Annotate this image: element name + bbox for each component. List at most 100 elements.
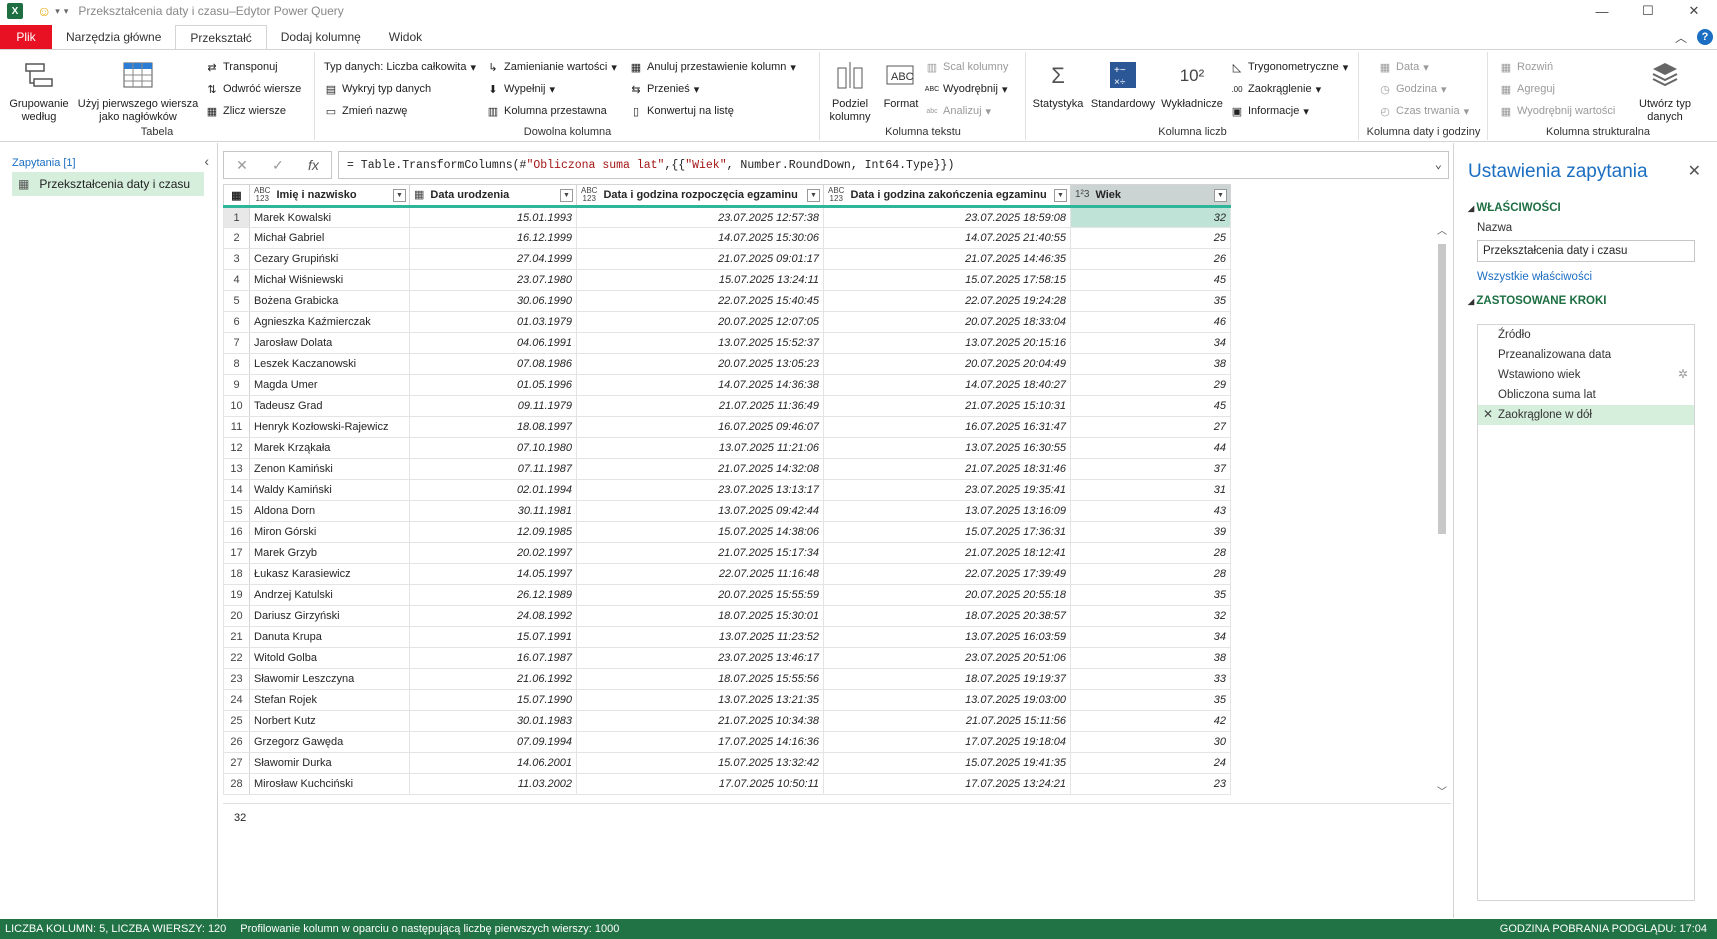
cell-birthdate[interactable]: 15.07.1991: [409, 626, 577, 648]
cell-birthdate[interactable]: 09.11.1979: [409, 395, 577, 417]
filter-dropdown-icon[interactable]: ▼: [807, 189, 820, 202]
merge-columns-button[interactable]: ▥ Scal kolumny: [925, 58, 1009, 76]
cell-birthdate[interactable]: 16.12.1999: [409, 227, 577, 249]
step-item[interactable]: Obliczona suma lat: [1478, 385, 1694, 405]
cell-name[interactable]: Michał Wiśniewski: [249, 269, 410, 291]
pivot-column-button[interactable]: ▥ Kolumna przestawna: [486, 102, 607, 120]
cell-exam-start[interactable]: 14.07.2025 15:30:06: [576, 227, 824, 249]
gear-icon[interactable]: ✲: [1678, 367, 1688, 381]
table-row[interactable]: 28 Mirosław Kuchciński 11.03.2002 17.07.202…: [223, 773, 1231, 795]
convert-to-list-button[interactable]: ▯ Konwertuj na listę: [629, 102, 734, 120]
create-data-type-button[interactable]: Utwórz typ danych: [1629, 56, 1701, 124]
column-header-age[interactable]: 1²3 Wiek ▼: [1070, 184, 1231, 208]
table-row[interactable]: 3 Cezary Grupiński 27.04.1999 21.07.2025 09…: [223, 248, 1231, 270]
exponential-button[interactable]: 10² Wykładnicze: [1159, 56, 1225, 111]
cell-age[interactable]: 46: [1070, 311, 1231, 333]
cell-exam-end[interactable]: 15.07.2025 19:41:35: [823, 752, 1071, 774]
cell-name[interactable]: Michał Gabriel: [249, 227, 410, 249]
cell-name[interactable]: Sławomir Durka: [249, 752, 410, 774]
table-row[interactable]: 10 Tadeusz Grad 09.11.1979 21.07.2025 11:36…: [223, 395, 1231, 417]
cell-exam-end[interactable]: 13.07.2025 13:16:09: [823, 500, 1071, 522]
cell-exam-end[interactable]: 13.07.2025 20:15:16: [823, 332, 1071, 354]
cell-age[interactable]: 42: [1070, 710, 1231, 732]
cell-exam-end[interactable]: 15.07.2025 17:36:31: [823, 521, 1071, 543]
cell-birthdate[interactable]: 30.11.1981: [409, 500, 577, 522]
replace-values-button[interactable]: ↳ Zamienianie wartości ▾: [486, 58, 616, 76]
expand-formula-icon[interactable]: ⌄: [1435, 157, 1442, 172]
cell-exam-end[interactable]: 17.07.2025 13:24:21: [823, 773, 1071, 795]
cell-exam-start[interactable]: 18.07.2025 15:55:56: [576, 668, 824, 690]
row-number[interactable]: 12: [223, 437, 250, 459]
row-number[interactable]: 18: [223, 563, 250, 585]
row-number[interactable]: 11: [223, 416, 250, 438]
cell-birthdate[interactable]: 15.07.1990: [409, 689, 577, 711]
cell-name[interactable]: Norbert Kutz: [249, 710, 410, 732]
queries-header[interactable]: Zapytania [1]: [12, 157, 76, 169]
cell-birthdate[interactable]: 26.12.1989: [409, 584, 577, 606]
row-number[interactable]: 6: [223, 311, 250, 333]
row-number[interactable]: 17: [223, 542, 250, 564]
cell-exam-end[interactable]: 23.07.2025 19:35:41: [823, 479, 1071, 501]
cell-birthdate[interactable]: 14.05.1997: [409, 563, 577, 585]
query-item[interactable]: ▦ Przekształcenia daty i czasu: [12, 172, 204, 196]
scroll-up-icon[interactable]: ︿: [1435, 222, 1449, 237]
cell-exam-start[interactable]: 22.07.2025 15:40:45: [576, 290, 824, 312]
cell-exam-start[interactable]: 21.07.2025 09:01:17: [576, 248, 824, 270]
cell-birthdate[interactable]: 20.02.1997: [409, 542, 577, 564]
row-number[interactable]: 3: [223, 248, 250, 270]
cell-age[interactable]: 31: [1070, 479, 1231, 501]
quick-access-dropdown-icon[interactable]: ▾: [55, 6, 60, 17]
row-number[interactable]: 14: [223, 479, 250, 501]
table-row[interactable]: 4 Michał Wiśniewski 23.07.1980 15.07.2025 1…: [223, 269, 1231, 291]
cell-birthdate[interactable]: 24.08.1992: [409, 605, 577, 627]
cell-birthdate[interactable]: 01.03.1979: [409, 311, 577, 333]
table-row[interactable]: 11 Henryk Kozłowski-Rajewicz 18.08.1997 16.…: [223, 416, 1231, 438]
cell-age[interactable]: 27: [1070, 416, 1231, 438]
row-number[interactable]: 24: [223, 689, 250, 711]
cell-name[interactable]: Agnieszka Kaźmierczak: [249, 311, 410, 333]
cell-birthdate[interactable]: 30.06.1990: [409, 290, 577, 312]
row-number[interactable]: 2: [223, 227, 250, 249]
cell-age[interactable]: 30: [1070, 731, 1231, 753]
minimize-button[interactable]: —: [1579, 0, 1625, 22]
cell-exam-end[interactable]: 16.07.2025 16:31:47: [823, 416, 1071, 438]
cell-name[interactable]: Witold Golba: [249, 647, 410, 669]
table-row[interactable]: 18 Łukasz Karasiewicz 14.05.1997 22.07.2025…: [223, 563, 1231, 585]
unpivot-button[interactable]: ▦ Anuluj przestawienie kolumn ▾: [629, 58, 796, 76]
cell-exam-start[interactable]: 13.07.2025 13:21:35: [576, 689, 824, 711]
cell-age[interactable]: 23: [1070, 773, 1231, 795]
column-header-exam-end[interactable]: ABC 123 Data i godzina zakończenia egzamin…: [823, 184, 1071, 208]
cell-age[interactable]: 44: [1070, 437, 1231, 459]
tab-home[interactable]: Narzędzia główne: [52, 25, 175, 49]
cell-birthdate[interactable]: 11.03.2002: [409, 773, 577, 795]
cell-name[interactable]: Marek Grzyb: [249, 542, 410, 564]
table-row[interactable]: 21 Danuta Krupa 15.07.1991 13.07.2025 11:23…: [223, 626, 1231, 648]
cell-name[interactable]: Stefan Rojek: [249, 689, 410, 711]
cell-birthdate[interactable]: 14.06.2001: [409, 752, 577, 774]
cell-age[interactable]: 39: [1070, 521, 1231, 543]
tab-transform[interactable]: Przekształć: [175, 25, 267, 49]
group-by-button[interactable]: Grupowanie według: [4, 56, 74, 124]
scroll-down-icon[interactable]: ﹀: [1435, 783, 1449, 798]
cell-exam-end[interactable]: 23.07.2025 20:51:06: [823, 647, 1071, 669]
cell-birthdate[interactable]: 12.09.1985: [409, 521, 577, 543]
cell-age[interactable]: 24: [1070, 752, 1231, 774]
all-properties-link[interactable]: Wszystkie właściwości: [1477, 271, 1592, 283]
cell-name[interactable]: Bożena Grabicka: [249, 290, 410, 312]
cell-exam-start[interactable]: 18.07.2025 15:30:01: [576, 605, 824, 627]
filter-dropdown-icon[interactable]: ▼: [560, 189, 573, 202]
cell-birthdate[interactable]: 30.01.1983: [409, 710, 577, 732]
cell-exam-end[interactable]: 13.07.2025 16:30:55: [823, 437, 1071, 459]
cell-age[interactable]: 29: [1070, 374, 1231, 396]
cell-name[interactable]: Marek Kowalski: [249, 206, 410, 228]
cell-exam-start[interactable]: 14.07.2025 14:36:38: [576, 374, 824, 396]
cell-age[interactable]: 32: [1070, 206, 1231, 228]
table-row[interactable]: 16 Miron Górski 12.09.1985 15.07.2025 14:38…: [223, 521, 1231, 543]
cell-exam-end[interactable]: 20.07.2025 20:55:18: [823, 584, 1071, 606]
cell-name[interactable]: Miron Górski: [249, 521, 410, 543]
cell-name[interactable]: Leszek Kaczanowski: [249, 353, 410, 375]
cell-age[interactable]: 34: [1070, 626, 1231, 648]
cell-exam-start[interactable]: 13.07.2025 09:42:44: [576, 500, 824, 522]
row-number[interactable]: 9: [223, 374, 250, 396]
cell-age[interactable]: 35: [1070, 584, 1231, 606]
